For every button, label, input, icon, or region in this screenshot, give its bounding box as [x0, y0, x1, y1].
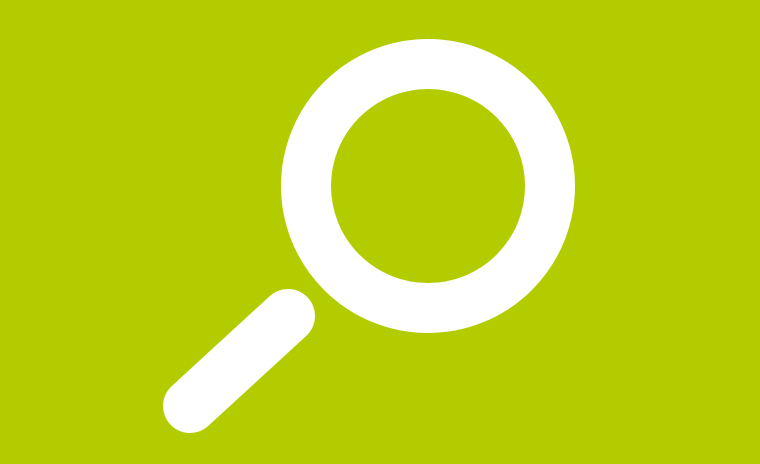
search-graphic-panel — [0, 0, 760, 464]
search-icon — [0, 0, 760, 464]
